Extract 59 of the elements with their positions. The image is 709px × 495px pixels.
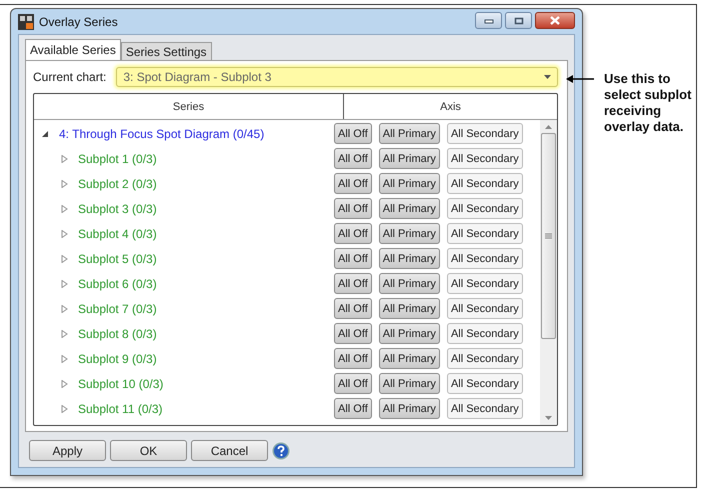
axis-button[interactable]: All Secondary bbox=[446, 373, 523, 394]
series-label[interactable]: Subplot 11 (0/3) bbox=[78, 402, 162, 416]
tab[interactable]: Series Settings bbox=[120, 42, 212, 60]
chart-dropdown[interactable]: 3: Spot Diagram - Subplot 3 bbox=[116, 67, 558, 87]
axis-button[interactable]: All Primary bbox=[378, 323, 440, 344]
series-label[interactable]: Subplot 2 (0/3) bbox=[78, 176, 157, 190]
axis-button[interactable]: All Secondary bbox=[446, 198, 523, 219]
axis-button[interactable]: All Secondary bbox=[446, 248, 523, 269]
axis-button[interactable]: All Off bbox=[334, 398, 372, 419]
series-label[interactable]: Subplot 3 (0/3) bbox=[78, 202, 157, 216]
axis-button[interactable]: All Secondary bbox=[446, 123, 523, 144]
axis-button[interactable]: All Secondary bbox=[446, 348, 523, 369]
dialog-button[interactable]: Apply bbox=[29, 440, 106, 461]
series-label[interactable]: Subplot 5 (0/3) bbox=[78, 252, 157, 266]
axis-button[interactable]: All Primary bbox=[378, 148, 440, 169]
axis-button[interactable]: All Primary bbox=[378, 373, 440, 394]
axis-button[interactable]: All Secondary bbox=[446, 273, 523, 294]
column-header: Axis bbox=[439, 100, 462, 114]
series-label[interactable]: Subplot 6 (0/3) bbox=[78, 276, 157, 290]
axis-button[interactable]: All Primary bbox=[378, 348, 440, 369]
series-label[interactable]: 4: Through Focus Spot Diagram (0/45) bbox=[59, 126, 264, 140]
axis-button[interactable]: All Secondary bbox=[446, 323, 523, 344]
axis-button[interactable]: All Secondary bbox=[446, 223, 523, 244]
axis-button[interactable]: All Off bbox=[334, 223, 372, 244]
axis-button[interactable]: All Primary bbox=[378, 198, 440, 219]
tab[interactable]: Available Series bbox=[25, 39, 121, 60]
axis-button[interactable]: All Primary bbox=[378, 398, 440, 419]
axis-button[interactable]: All Primary bbox=[378, 273, 440, 294]
series-label[interactable]: Subplot 9 (0/3) bbox=[78, 352, 157, 366]
axis-button[interactable]: All Off bbox=[334, 323, 372, 344]
axis-button[interactable]: All Primary bbox=[378, 173, 440, 194]
axis-button[interactable]: All Off bbox=[334, 148, 372, 169]
series-label[interactable]: Subplot 1 (0/3) bbox=[78, 152, 157, 166]
axis-button[interactable]: All Primary bbox=[378, 248, 440, 269]
axis-button[interactable]: All Secondary bbox=[446, 148, 523, 169]
series-label[interactable]: Subplot 4 (0/3) bbox=[78, 226, 157, 240]
series-label[interactable]: Subplot 8 (0/3) bbox=[78, 326, 157, 340]
axis-button[interactable]: All Secondary bbox=[446, 398, 523, 419]
axis-button[interactable]: All Primary bbox=[378, 223, 440, 244]
column-header: Series bbox=[34, 94, 344, 119]
axis-button[interactable]: All Secondary bbox=[446, 173, 523, 194]
axis-button[interactable]: All Primary bbox=[378, 123, 440, 144]
callout-text: Use this to select subplot receiving overlay data. bbox=[604, 71, 692, 135]
axis-button[interactable]: All Secondary bbox=[446, 298, 523, 319]
axis-button[interactable]: All Off bbox=[334, 123, 372, 144]
dialog-button[interactable]: OK bbox=[110, 440, 187, 461]
axis-button[interactable]: All Off bbox=[334, 373, 372, 394]
series-label[interactable]: Subplot 7 (0/3) bbox=[78, 302, 157, 316]
axis-button[interactable]: All Off bbox=[334, 348, 372, 369]
series-label[interactable]: Subplot 10 (0/3) bbox=[78, 376, 164, 390]
axis-button[interactable]: All Off bbox=[334, 248, 372, 269]
axis-button[interactable]: All Off bbox=[334, 173, 372, 194]
axis-button[interactable]: All Primary bbox=[378, 298, 440, 319]
axis-button[interactable]: All Off bbox=[334, 198, 372, 219]
window-title: Overlay Series bbox=[39, 14, 118, 28]
dialog-button[interactable]: Cancel bbox=[191, 440, 268, 461]
axis-button[interactable]: All Off bbox=[334, 298, 372, 319]
axis-button[interactable]: All Off bbox=[334, 273, 372, 294]
field-label: Current chart: bbox=[33, 70, 106, 84]
